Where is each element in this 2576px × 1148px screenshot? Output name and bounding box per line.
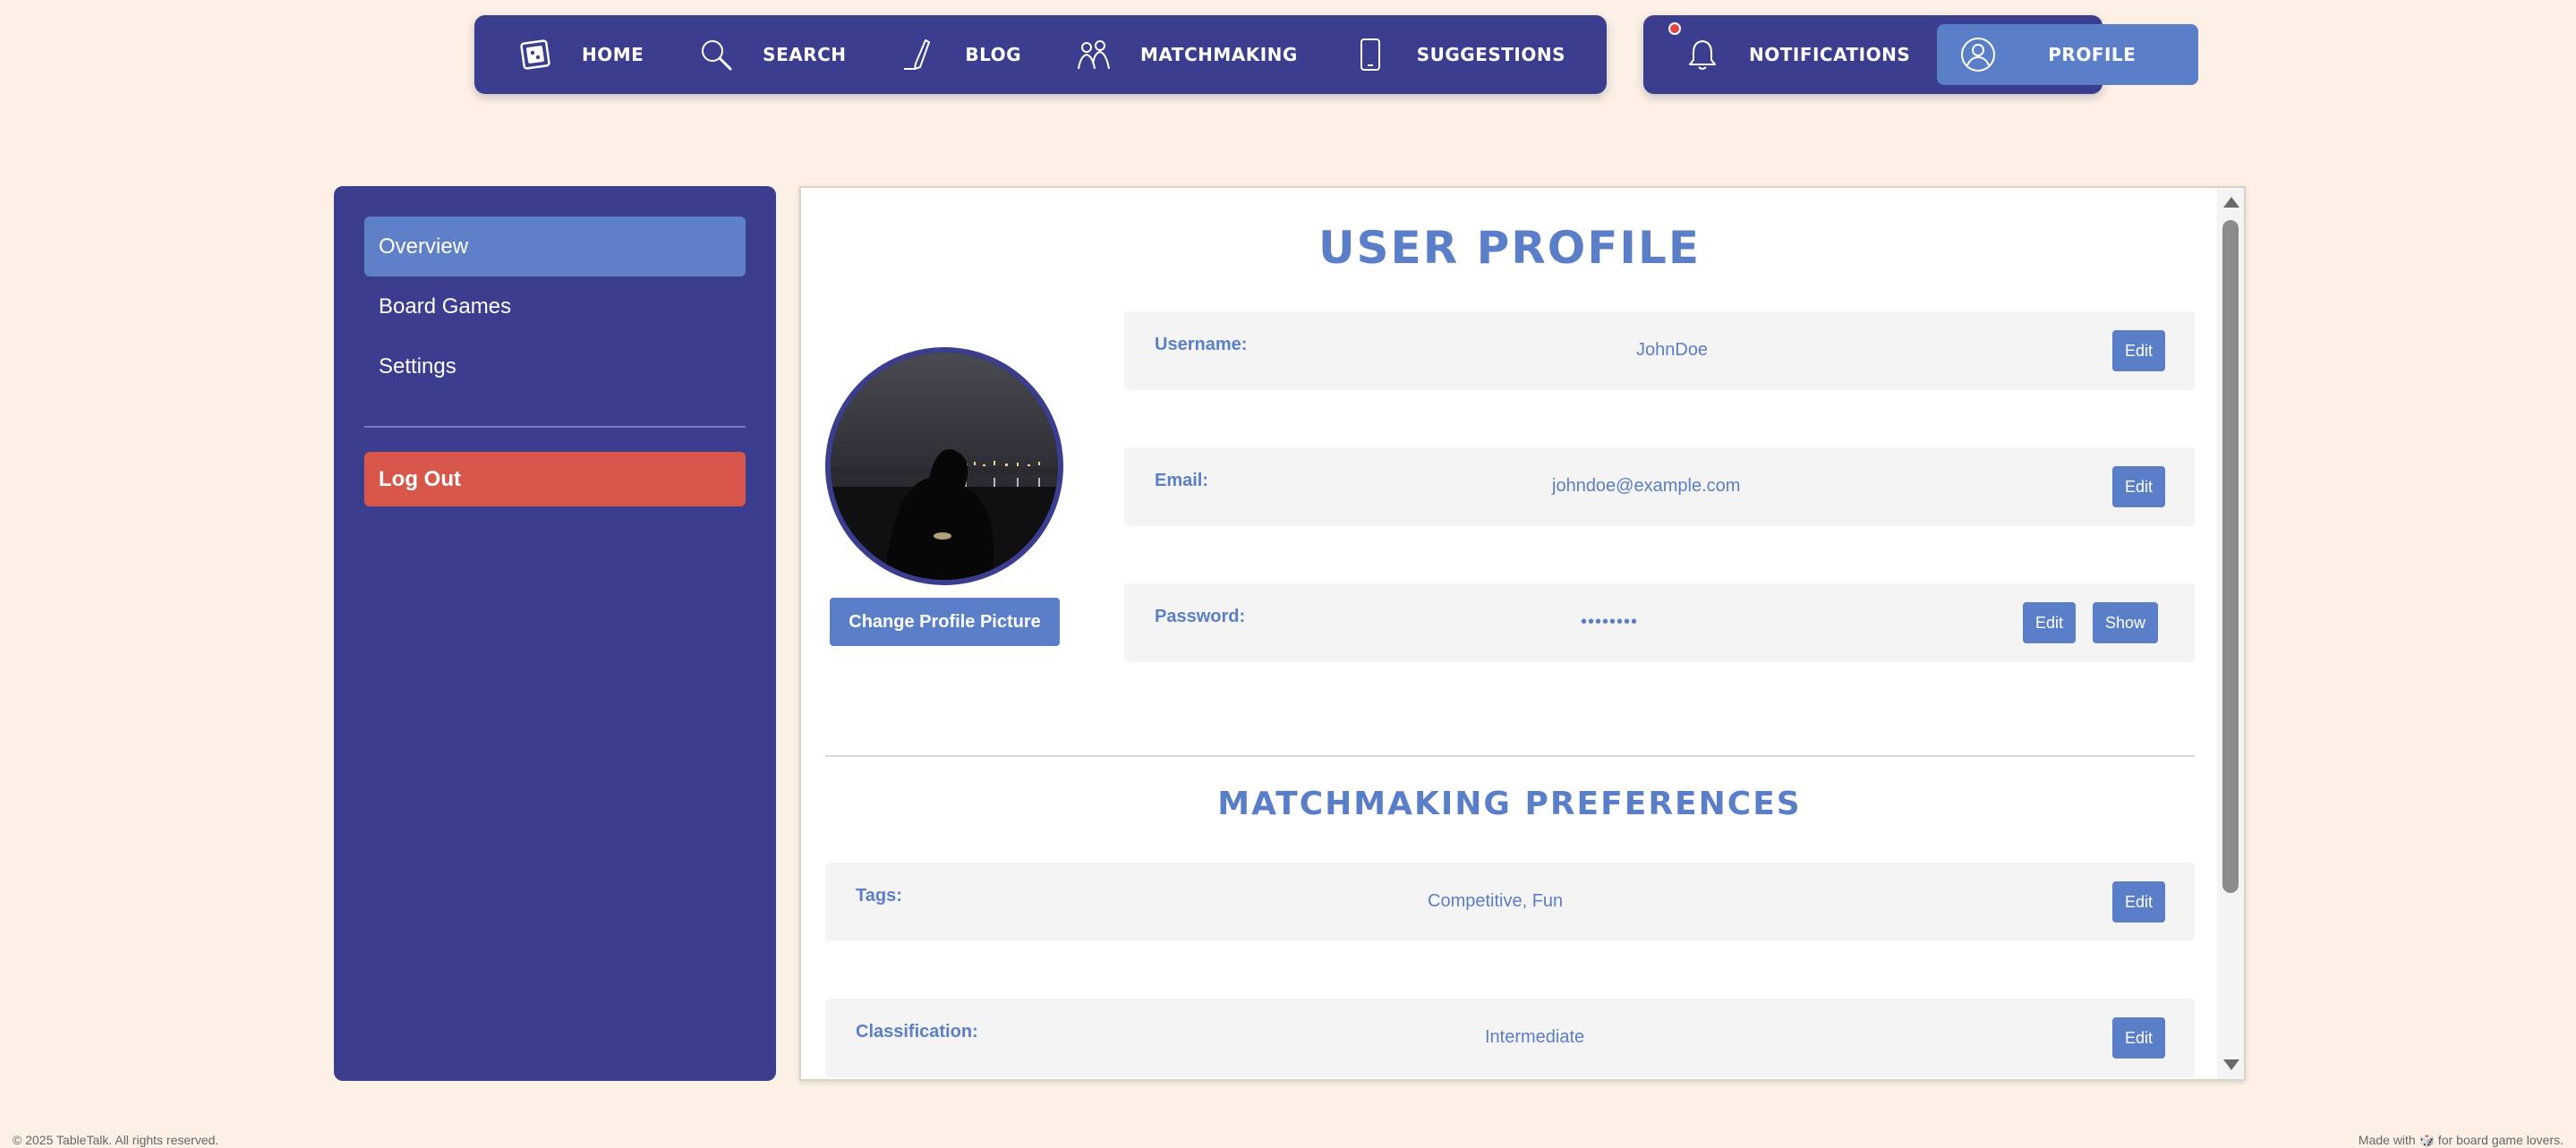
page-title: USER PROFILE [1318,222,1702,274]
pen-icon [899,35,938,74]
email-label: Email: [1155,471,1209,490]
edit-password-button[interactable]: Edit [2023,602,2077,643]
phone-icon [1351,35,1390,74]
nav-search-label: SEARCH [763,44,847,65]
sidebar-item-settings[interactable]: Settings [364,336,746,396]
nav-home[interactable]: HOME [492,24,667,85]
sidebar-item-board-games[interactable]: Board Games [364,276,746,336]
classification-field: Classification: Intermediate Edit [825,999,2195,1077]
nav-search[interactable]: SEARCH [673,24,869,85]
edit-username-button[interactable]: Edit [2112,330,2166,371]
notification-dot [1668,22,1681,35]
nav-blog-label: BLOG [965,44,1022,65]
edit-tags-button[interactable]: Edit [2112,881,2166,923]
copyright-text: © 2025 TableTalk. All rights reserved. [13,1133,219,1147]
nav-matchmaking-label: MATCHMAKING [1139,44,1298,65]
scrollbar[interactable] [2217,188,2244,1079]
password-label: Password: [1155,607,1246,626]
main-navigation: HOME SEARCH BLOG MATCHMAKING SUGGESTIONS [474,15,1607,94]
game-box-icon [516,35,555,74]
nav-matchmaking[interactable]: MATCHMAKING [1051,24,1321,85]
show-password-button[interactable]: Show [2093,602,2159,643]
classification-label: Classification: [856,1022,978,1042]
nav-home-label: HOME [582,44,644,65]
sidebar-item-overview[interactable]: Overview [364,217,746,276]
nav-notifications[interactable]: NOTIFICATIONS [1668,22,1937,85]
tags-field: Tags: Competitive, Fun Edit [825,863,2195,941]
profile-panel[interactable]: USER PROFILE Change Profile Picture User… [799,186,2246,1081]
username-value: JohnDoe [1636,340,1709,360]
email-field: Email: johndoe@example.com Edit [1124,447,2195,526]
nav-suggestions-label: SUGGESTIONS [1416,44,1565,65]
sidebar-item-label: Settings [379,353,456,378]
magnifier-icon [696,35,736,74]
tags-value: Competitive, Fun [1428,891,1564,911]
people-icon [1074,35,1113,74]
nav-suggestions[interactable]: SUGGESTIONS [1327,24,1589,85]
change-profile-picture-button[interactable]: Change Profile Picture [830,598,1060,646]
logout-button[interactable]: Log Out [364,452,746,506]
username-label: Username: [1155,335,1248,354]
email-value: johndoe@example.com [1552,476,1741,496]
section-divider [825,755,2195,757]
scroll-down-arrow-icon[interactable] [2223,1059,2239,1070]
sidebar-item-label: Overview [379,234,469,259]
avatar [825,347,1063,585]
tags-label: Tags: [856,886,902,906]
nav-notifications-label: NOTIFICATIONS [1749,44,1911,65]
password-value: •••••••• [1581,612,1639,632]
sidebar-item-label: Board Games [379,293,512,319]
edit-classification-button[interactable]: Edit [2112,1017,2166,1059]
scroll-up-arrow-icon[interactable] [2223,197,2239,208]
user-navigation: NOTIFICATIONS PROFILE [1643,15,2199,94]
nav-blog[interactable]: BLOG [875,24,1045,85]
username-field: Username: JohnDoe Edit [1124,311,2195,390]
bell-icon [1668,22,1722,74]
classification-value: Intermediate [1485,1027,1585,1047]
logout-label: Log Out [379,466,461,491]
scrollbar-thumb[interactable] [2222,220,2239,893]
made-with-text: Made with 🎲 for board game lovers. [2358,1133,2563,1147]
user-circle-icon [1958,35,1998,74]
edit-email-button[interactable]: Edit [2112,466,2166,507]
nav-profile-label: PROFILE [2048,44,2137,65]
nav-profile[interactable]: PROFILE [1937,24,2199,85]
profile-sidebar: Overview Board Games Settings Log Out [334,186,776,1081]
matchmaking-title: MATCHMAKING PREFERENCES [1217,786,1802,822]
profile-content: USER PROFILE Change Profile Picture User… [801,188,2218,1079]
password-field: Password: •••••••• Edit Show [1124,583,2195,662]
sidebar-divider [364,426,746,428]
